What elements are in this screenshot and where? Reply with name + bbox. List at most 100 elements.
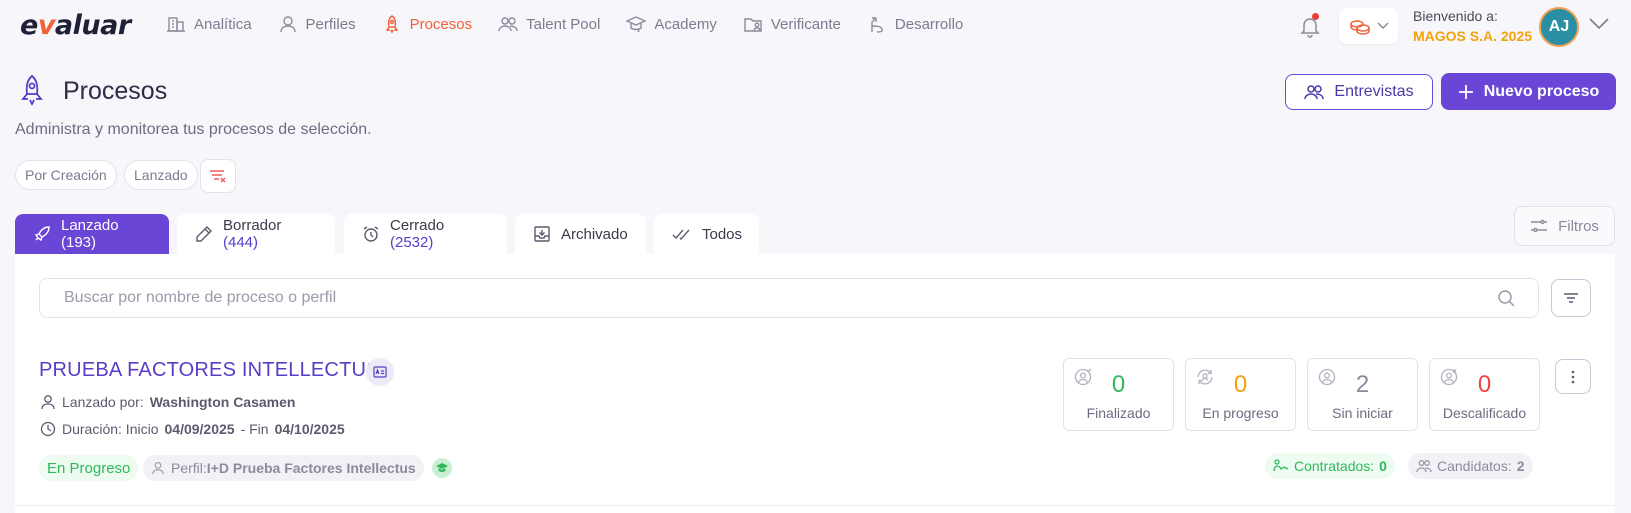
user-icon	[40, 394, 56, 410]
search-icon[interactable]	[1497, 289, 1515, 307]
nav-label: Procesos	[409, 15, 473, 33]
test-type-badge[interactable]	[366, 358, 394, 386]
tab-cerrado[interactable]: Cerrado (2532)	[344, 214, 507, 254]
coins-icon	[1349, 17, 1371, 35]
stat-value: 0	[1233, 371, 1248, 398]
tab-label: Archivado	[561, 225, 628, 243]
rocket-icon	[382, 14, 402, 34]
double-check-icon	[672, 227, 692, 241]
users-icon	[1304, 83, 1325, 101]
sort-lines-icon	[1563, 292, 1579, 304]
stat-label: Sin iniciar	[1332, 405, 1393, 421]
interviews-button[interactable]: Entrevistas	[1285, 74, 1433, 110]
end-date: 04/10/2025	[274, 421, 345, 437]
notification-dot	[1312, 13, 1319, 20]
nav-item-academy[interactable]: Academy	[626, 14, 717, 34]
stat-label: Descalificado	[1442, 405, 1527, 421]
clear-filters-button[interactable]	[200, 159, 236, 193]
academy-badge[interactable]	[432, 458, 452, 478]
new-process-button[interactable]: Nuevo proceso	[1441, 73, 1616, 110]
credits-dropdown[interactable]	[1339, 8, 1398, 44]
rocket-icon	[17, 74, 47, 106]
process-title[interactable]: PRUEBA FACTORES INTELLECTUS	[39, 359, 380, 382]
more-vertical-icon	[1571, 370, 1575, 384]
nav-label: Academy	[654, 15, 717, 33]
launched-by-prefix: Lanzado por:	[62, 394, 144, 410]
nav-label: Perfiles	[305, 15, 356, 33]
profile-name: I+D Prueba Factores Intellectus	[206, 460, 416, 476]
pencil-icon	[195, 225, 213, 243]
sliders-icon	[1530, 218, 1548, 234]
clock-icon	[40, 421, 56, 437]
archive-icon	[533, 225, 551, 243]
tab-lanzado[interactable]: Lanzado (193)	[15, 214, 169, 254]
filter-chip-status[interactable]: Lanzado	[124, 160, 198, 190]
tab-todos[interactable]: Todos	[654, 214, 759, 254]
sort-button[interactable]	[1551, 279, 1591, 317]
stat-card-descalificado[interactable]: 0 Descalificado	[1429, 358, 1540, 431]
filters-label: Filtros	[1558, 217, 1599, 235]
nav-label: Verificante	[770, 15, 841, 33]
stat-label: En progreso	[1202, 405, 1279, 421]
handshake-icon	[1273, 459, 1289, 473]
plus-icon	[1458, 84, 1474, 100]
tab-label: Todos	[702, 225, 743, 243]
main-nav: Analítica Perfiles Procesos Talent Pool …	[166, 14, 989, 34]
more-options-button[interactable]	[1555, 359, 1591, 394]
filters-button[interactable]: Filtros	[1514, 206, 1615, 246]
evaluar-logo[interactable]: evaluar	[20, 10, 131, 41]
nav-item-talent-pool[interactable]: Talent Pool	[498, 14, 600, 34]
start-date: 04/09/2025	[164, 421, 235, 437]
stat-card-finalizado[interactable]: 0 Finalizado	[1063, 358, 1174, 431]
stat-value: 0	[1477, 371, 1492, 398]
tab-label: Cerrado (2532)	[390, 217, 445, 251]
nav-item-verificante[interactable]: Verificante	[743, 14, 841, 34]
profile-chip[interactable]: Perfil:I+D Prueba Factores Intellectus	[143, 455, 424, 481]
launched-by-name: Washington Casamen	[149, 394, 296, 410]
top-navbar: evaluar Analítica Perfiles Procesos Tale…	[0, 0, 1631, 52]
nav-label: Analítica	[194, 15, 252, 33]
hired-badge: Contratados: 0	[1265, 453, 1395, 479]
new-process-label: Nuevo proceso	[1483, 82, 1600, 100]
end-prefix: - Fin	[240, 421, 269, 437]
tab-borrador[interactable]: Borrador (444)	[177, 214, 335, 254]
filter-chip-creation[interactable]: Por Creación	[15, 160, 117, 190]
status-badge: En Progreso	[39, 455, 139, 481]
nav-item-perfiles[interactable]: Perfiles	[278, 14, 356, 34]
stat-card-en-progreso[interactable]: 0 En progreso	[1185, 358, 1296, 431]
nav-item-procesos[interactable]: Procesos	[382, 14, 473, 34]
users-icon	[1416, 459, 1432, 473]
building-icon	[166, 14, 186, 34]
chevron-down-icon[interactable]	[1589, 18, 1609, 30]
nav-item-desarrollo[interactable]: Desarrollo	[867, 14, 963, 34]
duration-row: Duración: Inicio 04/09/2025 - Fin 04/10/…	[40, 421, 345, 437]
nav-label: Desarrollo	[894, 15, 964, 33]
hired-count: 0	[1379, 458, 1387, 474]
stat-value: 0	[1111, 371, 1126, 398]
graduation-cap-icon	[436, 462, 448, 474]
folder-user-icon	[743, 14, 763, 34]
stat-value: 2	[1355, 371, 1370, 398]
alarm-icon	[362, 225, 380, 243]
nav-label: Talent Pool	[526, 15, 601, 33]
search-bar	[39, 278, 1539, 318]
page-title: Procesos	[63, 77, 168, 105]
filter-clear-icon	[209, 169, 227, 183]
stat-card-sin-iniciar[interactable]: 2 Sin iniciar	[1307, 358, 1418, 431]
welcome-text: Bienvenido a:	[1413, 8, 1498, 24]
company-name: MAGOS S.A. 2025	[1413, 28, 1533, 44]
tab-archivado[interactable]: Archivado	[515, 214, 646, 254]
growth-icon	[867, 14, 887, 34]
duration-prefix: Duración: Inicio	[62, 421, 159, 437]
avatar[interactable]: AJ	[1539, 7, 1579, 47]
candidates-badge: Candidatos: 2	[1408, 453, 1533, 479]
rocket-icon	[33, 225, 51, 243]
launched-by-row: Lanzado por: Washington Casamen	[40, 394, 295, 410]
user-icon	[278, 14, 298, 34]
row-divider	[15, 505, 1615, 506]
id-card-icon	[373, 366, 387, 378]
search-input[interactable]	[64, 279, 1464, 317]
tab-label: Lanzado (193)	[61, 217, 119, 251]
nav-item-analitica[interactable]: Analítica	[166, 14, 252, 34]
candidates-label: Candidatos:	[1437, 458, 1512, 474]
